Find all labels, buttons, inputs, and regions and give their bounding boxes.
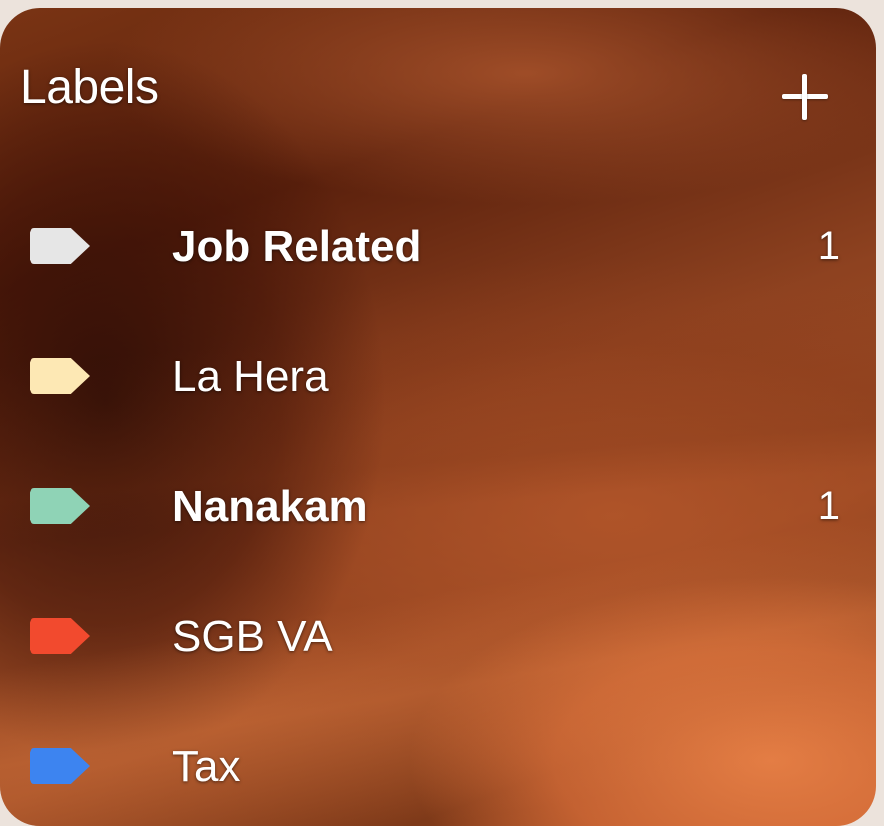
label-item-la-hera[interactable]: La Hera (0, 308, 876, 438)
label-item-tax[interactable]: Tax (0, 698, 876, 826)
label-tag-icon (30, 748, 90, 784)
label-tag-icon (30, 618, 90, 654)
label-name: La Hera (172, 352, 329, 401)
label-item-job-related[interactable]: Job Related 1 (0, 178, 876, 308)
label-tag-icon (30, 358, 90, 394)
label-name: Job Related (172, 222, 422, 271)
label-item-nanakam[interactable]: Nanakam 1 (0, 438, 876, 568)
label-name: Nanakam (172, 482, 368, 531)
label-tag-icon (30, 228, 90, 264)
labels-header: Labels (0, 8, 876, 178)
label-name: SGB VA (172, 612, 333, 661)
label-tag-icon (30, 488, 90, 524)
labels-title: Labels (20, 61, 159, 114)
label-item-sgb-va[interactable]: SGB VA (0, 568, 876, 698)
label-list: Job Related 1 La Hera Nanakam 1 SGB VA T… (0, 178, 876, 826)
add-label-button[interactable] (780, 72, 830, 122)
label-unread-count: 1 (817, 224, 840, 268)
label-unread-count: 1 (817, 484, 840, 528)
label-name: Tax (172, 742, 241, 791)
labels-panel: Labels Job Related 1 La Hera Nanakam 1 S… (0, 8, 876, 826)
